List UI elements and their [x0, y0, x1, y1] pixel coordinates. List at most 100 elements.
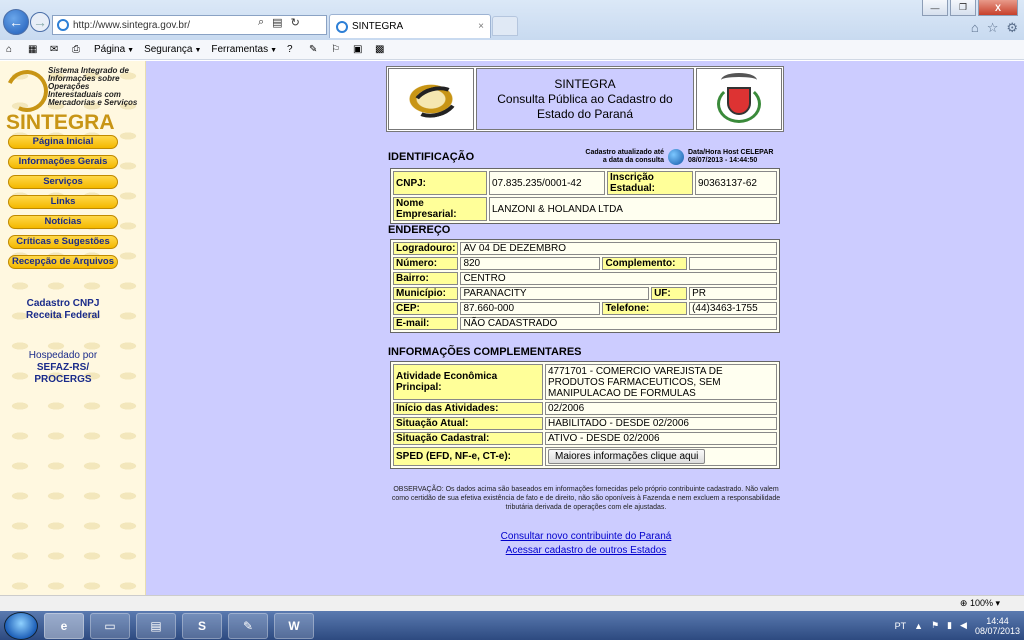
close-tab-icon[interactable]: × — [478, 21, 484, 32]
minimize-button[interactable]: — — [922, 0, 948, 16]
taskbar-folder-icon[interactable]: ▤ — [136, 612, 176, 639]
addon-icon[interactable]: ✎ — [309, 44, 321, 55]
numero-value: 820 — [460, 257, 601, 270]
compat-icon[interactable]: ▤ — [272, 16, 282, 29]
ie-label: Inscrição Estadual: — [607, 171, 693, 195]
browser-right-icons: ⌂ ☆ ⚙ — [971, 20, 1018, 36]
logradouro-label: Logradouro: — [393, 242, 459, 255]
municipio-label: Município: — [393, 287, 459, 300]
menu-informacoes-gerais[interactable]: Informações Gerais — [8, 155, 118, 169]
sidebar: Sistema Integrado de Informações sobre O… — [0, 61, 146, 595]
taskbar-tool-icon[interactable]: ✎ — [228, 612, 268, 639]
favorites-star-icon[interactable]: ☆ — [987, 20, 999, 36]
numero-label: Número: — [393, 257, 459, 270]
close-window-button[interactable]: X — [978, 0, 1018, 16]
menu-links[interactable]: Links — [8, 195, 118, 209]
atividade-label: Atividade Econômica Principal: — [393, 364, 543, 400]
sintegra-logo[interactable]: Sistema Integrado de Informações sobre O… — [0, 64, 142, 135]
addon-icon[interactable]: ▣ — [353, 44, 365, 55]
complemento-value — [689, 257, 777, 270]
cep-label: CEP: — [393, 302, 459, 315]
window-controls: — ❐ X — [922, 0, 1018, 16]
restore-button[interactable]: ❐ — [950, 0, 976, 16]
bairro-value: CENTRO — [460, 272, 777, 285]
logradouro-value: AV 04 DE DEZEMBRO — [460, 242, 777, 255]
identificacao-table: CNPJ: 07.835.235/0001-42 Inscrição Estad… — [390, 168, 780, 224]
observation-text: OBSERVAÇÃO: Os dados acima são baseados … — [391, 486, 781, 511]
volume-icon[interactable]: ◀ — [960, 620, 967, 631]
tab-title: SINTEGRA — [352, 21, 404, 32]
taskbar-explorer-icon[interactable]: ▭ — [90, 612, 130, 639]
home-icon[interactable]: ⌂ — [6, 44, 18, 55]
nome-value: LANZONI & HOLANDA LTDA — [489, 197, 777, 221]
cep-value: 87.660-000 — [460, 302, 601, 315]
system-tray: PT ▲ ⚑ ▮ ◀ 14:44 08/07/2013 — [895, 611, 1020, 640]
home-icon[interactable]: ⌂ — [971, 20, 979, 36]
taskbar-ie-icon[interactable]: e — [44, 612, 84, 639]
page-title: SINTEGRA Consulta Pública ao Cadastro do… — [476, 68, 694, 130]
municipio-value: PARANACITY — [460, 287, 650, 300]
section-identificacao-title: IDENTIFICAÇÃO — [388, 151, 475, 163]
command-bar: ⌂ ▦ ✉ ⎙ Página ▼ Segurança ▼ Ferramentas ▼ … — [0, 40, 1024, 60]
menu-criticas-sugestoes[interactable]: Críticas e Sugestões — [8, 235, 118, 249]
url-text[interactable]: http://www.sintegra.gov.br/ — [73, 20, 190, 31]
telefone-label: Telefone: — [602, 302, 688, 315]
flag-icon[interactable]: ⚑ — [931, 620, 939, 631]
sidebar-menu: Página Inicial Informações Gerais Serviç… — [8, 135, 118, 275]
ie-icon — [336, 20, 348, 33]
complementares-table: Atividade Econômica Principal: 4771701 -… — [390, 361, 780, 469]
sintegra-emblem-icon — [398, 77, 464, 121]
help-icon[interactable]: ? — [287, 44, 299, 55]
search-icon[interactable]: ⌕ — [258, 16, 264, 29]
zoom-control[interactable]: ⊕ 100% ▾ — [960, 598, 1000, 609]
inicio-label: Início das Atividades: — [393, 402, 543, 415]
taskbar-skype-icon[interactable]: S — [182, 612, 222, 639]
taskbar: e ▭ ▤ S ✎ W PT ▲ ⚑ ▮ ◀ 14:44 08/07/2013 — [0, 611, 1024, 640]
uf-label: UF: — [651, 287, 688, 300]
sped-label: SPED (EFD, NF-e, CT-e): — [393, 447, 543, 466]
title-bar: ← → http://www.sintegra.gov.br/ ⌕ ▤ ↻ SI… — [0, 0, 1024, 40]
addon-icon[interactable]: ▩ — [375, 44, 387, 55]
menu-tools[interactable]: Ferramentas ▼ — [211, 44, 277, 55]
situacao-value: HABILITADO - DESDE 02/2006 — [545, 417, 777, 430]
ie-value: 90363137-62 — [695, 171, 777, 195]
menu-page[interactable]: Página ▼ — [94, 44, 134, 55]
menu-servicos[interactable]: Serviços — [8, 175, 118, 189]
section-complementares-title: INFORMAÇÕES COMPLEMENTARES — [388, 346, 582, 358]
new-query-link[interactable]: Consultar novo contribuinte do Paraná — [386, 531, 786, 542]
tab-sintegra[interactable]: SINTEGRA × — [329, 14, 491, 38]
print-icon[interactable]: ⎙ — [72, 44, 84, 55]
mail-icon[interactable]: ✉ — [50, 44, 62, 55]
menu-pagina-inicial[interactable]: Página Inicial — [8, 135, 118, 149]
telefone-value: (44)3463-1755 — [689, 302, 777, 315]
hosted-by: Hospedado por SEFAZ-RS/ PROCERGS — [28, 350, 98, 385]
menu-noticias[interactable]: Notícias — [8, 215, 118, 229]
bairro-label: Bairro: — [393, 272, 459, 285]
start-button[interactable] — [4, 611, 38, 640]
taskbar-word-icon[interactable]: W — [274, 612, 314, 639]
menu-security[interactable]: Segurança ▼ — [144, 44, 201, 55]
new-tab-button[interactable] — [492, 16, 518, 36]
globe-icon — [668, 149, 684, 165]
addon-icon[interactable]: ⚐ — [331, 44, 343, 55]
menu-recepcao-arquivos[interactable]: Recepção de Arquivos — [8, 255, 118, 269]
language-indicator[interactable]: PT — [895, 621, 907, 631]
forward-button[interactable]: → — [30, 12, 50, 32]
network-icon[interactable]: ▮ — [947, 620, 952, 631]
email-label: E-mail: — [393, 317, 459, 330]
sped-info-button[interactable]: Maiores informações clique aqui — [548, 449, 706, 464]
gear-icon[interactable]: ⚙ — [1006, 20, 1018, 36]
sintegra-logo-icon — [0, 64, 54, 118]
browser-window: ← → http://www.sintegra.gov.br/ ⌕ ▤ ↻ SI… — [0, 0, 1024, 640]
email-value: NÃO CADASTRADO — [460, 317, 777, 330]
refresh-icon[interactable]: ↻ — [291, 16, 300, 29]
cnpj-receita-link[interactable]: Cadastro CNPJ Receita Federal — [10, 298, 116, 322]
other-states-link[interactable]: Acessar cadastro de outros Estados — [386, 545, 786, 556]
clock[interactable]: 14:44 08/07/2013 — [975, 616, 1020, 636]
rss-icon[interactable]: ▦ — [28, 44, 40, 55]
section-endereco-title: ENDEREÇO — [388, 224, 451, 236]
back-button[interactable]: ← — [3, 9, 29, 35]
cnpj-value: 07.835.235/0001-42 — [489, 171, 605, 195]
tray-arrow-icon[interactable]: ▲ — [914, 621, 923, 631]
sped-cell: Maiores informações clique aqui — [545, 447, 777, 466]
